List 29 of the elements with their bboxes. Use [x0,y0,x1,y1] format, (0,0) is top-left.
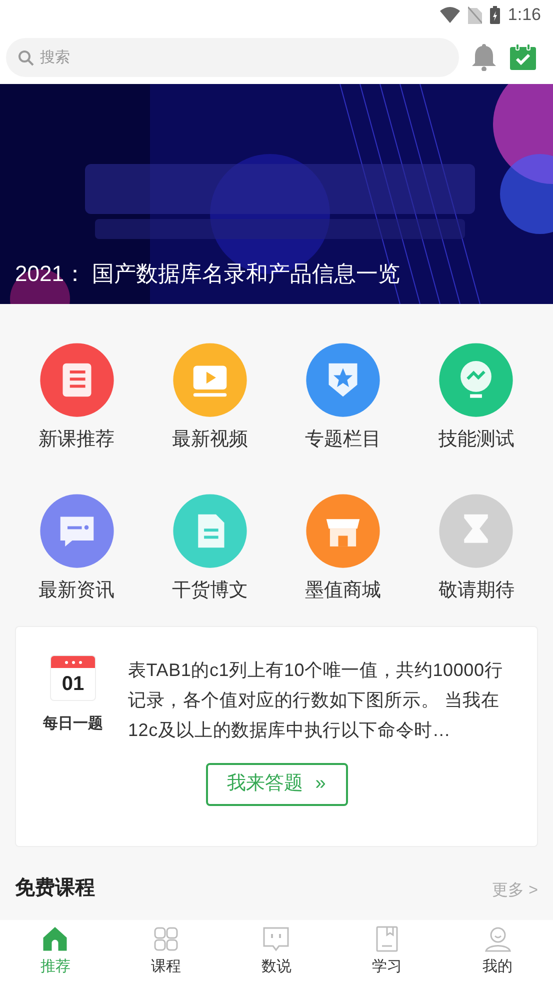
search-field[interactable]: 搜索 [6,38,459,76]
banner-caption[interactable]: 2021： 国产数据库名录和产品信息一览 [15,261,400,286]
section-title: 免费课程 [15,876,95,901]
grid-icon [152,924,180,953]
shortcut-button[interactable]: 技能测试 [410,342,543,475]
shortcut-button[interactable]: 新课推荐 [10,342,144,475]
question-text[interactable]: 表TAB1的c1列上有10个唯一值，共约10000行记录，各个值对应的行数如下图所示。 当我在12c及以上的数据库中执行以下命令时… [128,655,517,745]
shortcut-button[interactable]: 最新视频 [143,342,276,475]
daily-label: 每日一题 [43,714,103,734]
shortcut-button[interactable]: 敬请期待 [410,493,543,626]
home-icon [41,924,70,953]
battery-charging-icon [490,6,500,24]
no-sim-icon [468,6,482,24]
nav-tab[interactable]: 我的 [442,920,553,983]
shortcut-button[interactable]: 专题栏目 [276,342,410,475]
calendar-check-icon[interactable] [509,43,537,71]
shortcut-button[interactable]: 干货博文 [143,493,276,626]
talk-icon [262,924,290,953]
nav-tab[interactable]: 学习 [332,920,442,983]
shortcut-button[interactable]: 墨值商城 [276,493,410,626]
calendar-day: 01 [51,668,95,700]
search-icon [18,50,34,66]
shortcut-button[interactable]: 最新资讯 [10,493,144,626]
status-time: 1:16 [508,4,541,26]
user-icon [484,924,512,953]
nav-tab[interactable]: 课程 [110,920,222,983]
wifi-icon [440,7,460,23]
nav-tab[interactable]: 数说 [221,920,332,983]
bell-icon[interactable] [471,43,497,71]
